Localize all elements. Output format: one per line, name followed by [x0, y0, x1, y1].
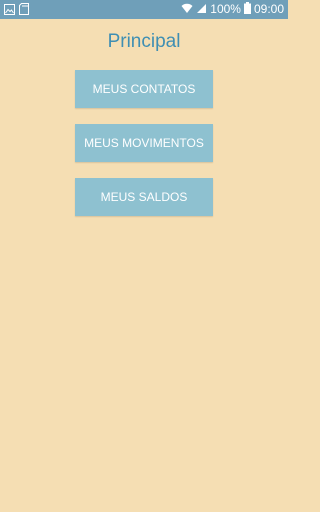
my-contacts-button[interactable]: MEUS CONTATOS: [75, 70, 213, 108]
wifi-icon: [181, 2, 193, 17]
gallery-icon: [4, 3, 15, 18]
status-bar: 100% 09:00: [0, 0, 288, 19]
my-movements-button[interactable]: MEUS MOVIMENTOS: [75, 124, 213, 162]
sd-card-icon: [19, 3, 29, 18]
battery-icon: [243, 2, 251, 17]
system-icons: 100% 09:00: [181, 2, 284, 17]
battery-percent: 100%: [210, 2, 241, 16]
notification-icons: [4, 3, 29, 18]
signal-icon: [196, 2, 207, 17]
status-time: 09:00: [253, 2, 284, 16]
page-title: Principal: [107, 31, 181, 52]
my-balances-button[interactable]: MEUS SALDOS: [75, 178, 213, 216]
